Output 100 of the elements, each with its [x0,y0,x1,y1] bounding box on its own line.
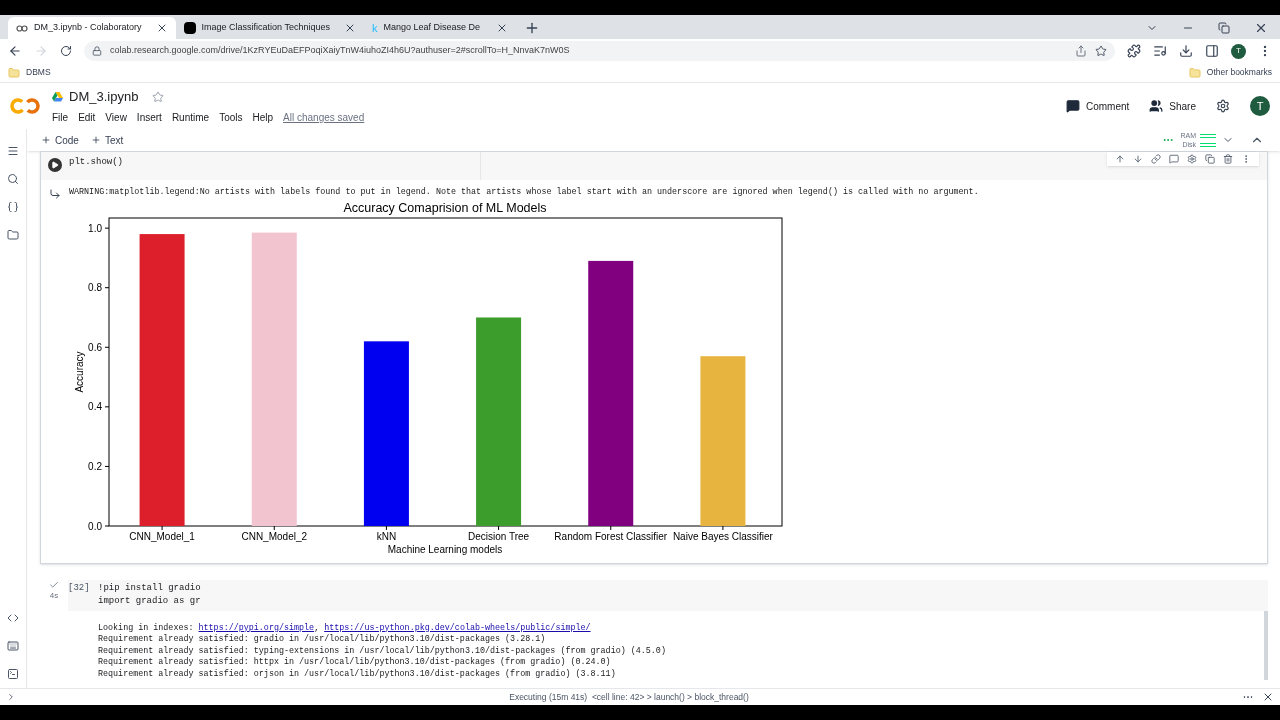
y-axis-label: Accuracy [74,351,85,393]
index-link[interactable]: https://us-python.pkg.dev/colab-wheels/public/simple/ [324,622,591,635]
reload-icon[interactable] [60,45,72,57]
code-line: !pip install gradio [98,581,201,595]
x-tick-label: Decision Tree [468,530,530,542]
output-line: Requirement already satisfied: typing-extensions in /usr/local/lib/python3.10/dist-packages (from gradio) (4.5.0) [98,645,667,657]
files-icon[interactable] [7,229,19,241]
x-tick-label: kNN [376,530,397,542]
x-tick-label: CNN_Model_2 [241,530,308,542]
lock-icon [92,46,102,56]
menu-item[interactable]: Edit [78,110,96,126]
bookmark-star-icon[interactable] [1095,45,1107,57]
notebook-title[interactable]: DM_3.ipynb [69,86,139,107]
search-icon[interactable] [7,173,19,185]
y-tick-label: 0.2 [88,460,103,472]
menu-item[interactable]: View [105,110,127,126]
other-bookmarks[interactable]: Other bookmarks [1188,66,1272,79]
code-snippets-icon[interactable] [7,612,19,624]
y-tick-label: 0.6 [88,341,103,353]
media-icon[interactable] [1153,44,1167,58]
expand-icon[interactable] [6,692,16,702]
browser-tab[interactable]: Image Classification Techniques [175,17,364,39]
side-panel-icon[interactable] [1205,44,1219,58]
plus-icon [41,135,51,145]
chart-title: Accuracy Comaprision of ML Models [343,200,547,215]
y-tick-label: 0.8 [88,281,103,293]
share-icon[interactable] [1075,45,1087,57]
settings-icon[interactable] [1216,99,1230,113]
tab-title: Image Classification Techniques [201,21,331,35]
link-icon[interactable] [1151,154,1161,164]
x-tick: kNN [376,525,397,542]
execution-count: [32] [68,581,91,595]
y-tick: 0.4 [88,400,110,412]
people-icon [1149,99,1164,113]
output-line: Requirement already satisfied: httpx in /usr/local/lib/python3.10/dist-packages (from gradio) (0.24.0) [98,657,612,669]
profile-avatar[interactable]: T [1231,43,1246,59]
mirror-icon[interactable] [1205,154,1215,164]
output-text: Looking in indexes: [98,622,195,634]
plus-icon [90,135,101,145]
folder-icon [1188,66,1201,79]
download-icon[interactable] [1179,44,1193,58]
y-tick-label: 1.0 [88,222,103,234]
output-text: , [314,622,321,634]
x-tick: Naive Bayes Classifier [672,525,773,542]
site-tab-icon [183,22,196,34]
comment-icon [1065,99,1080,113]
code-line: import gradio as gr [98,595,201,609]
delete-icon[interactable] [1223,154,1233,164]
tab-title: Mango Leaf Disease De [383,21,482,35]
run-button[interactable] [48,158,62,172]
x-tick: CNN_Model_2 [241,525,308,542]
back-icon[interactable] [8,44,22,58]
extensions-icon[interactable] [1127,44,1141,58]
y-tick: 0.0 [88,520,110,532]
output-line: Requirement already satisfied: orjson in /usr/local/lib/python3.10/dist-packages (from gradio) (3.8.11) [98,668,617,681]
bookmark[interactable]: DBMS [8,66,51,79]
menu-item[interactable]: Help [252,110,274,126]
close-icon[interactable] [1254,21,1268,35]
table-of-contents-icon[interactable] [7,145,19,157]
site-favicon: k [371,20,378,36]
x-tick: Decision Tree [468,525,530,542]
terminal-icon[interactable] [7,668,19,680]
move-up-icon[interactable] [1115,154,1125,164]
drive-icon [52,91,63,102]
close-icon[interactable] [1262,691,1274,703]
y-tick: 0.2 [88,460,110,472]
play-icon [51,161,59,169]
comment-icon[interactable] [1169,154,1179,164]
y-tick: 1.0 [88,222,110,234]
restore-icon[interactable] [1218,22,1230,34]
run-time: 4s [49,589,59,602]
add-text-button[interactable]: Text [84,132,130,148]
y-tick: 0.6 [88,341,110,353]
menu-item[interactable]: Tools [219,110,243,126]
menu-item[interactable]: Insert [136,110,162,126]
move-down-icon[interactable] [1133,154,1143,164]
browser-tab[interactable]: k Mango Leaf Disease De [363,17,516,39]
x-tick-label: Naive Bayes Classifier [672,530,774,542]
code-line: plt.show() [69,156,124,169]
colab-logo[interactable] [10,98,40,114]
menu-item[interactable]: File [52,110,69,126]
check-icon [49,579,59,590]
y-tick-label: 0.4 [88,400,103,412]
address-bar[interactable]: colab.research.google.com/drive/1KzRYEuDaEFPoqiXaiyTnW4iuhoZI4h6U?authuser=2#scrollTo=H_NnvaK7nW0S [84,41,1115,61]
variables-icon[interactable] [7,201,19,213]
comment-button[interactable]: Comment [1065,98,1130,114]
menu-item[interactable]: Runtime [171,110,210,126]
add-code-button[interactable]: Code [35,132,85,148]
user-avatar[interactable]: T [1250,96,1270,116]
star-icon[interactable] [152,90,165,103]
x-tick-label: Random Forest Classifier [554,530,668,542]
browser-tab[interactable]: DM_3.ipynb - Colaboratory [8,17,176,39]
execution-status: Executing (15m 41s) <cell line: 42> > launch() > block_thread() [509,691,749,702]
share-button[interactable]: Share [1149,98,1196,114]
y-tick: 0.8 [88,281,110,293]
output-icon[interactable] [49,188,61,200]
x-axis-label: Machine Learning models [387,543,503,555]
folder-icon [8,66,20,79]
output-line: Requirement already satisfied: gradio in /usr/local/lib/python3.10/dist-packages (3.28.1) [98,634,547,646]
save-status[interactable]: All changes saved [283,110,365,126]
